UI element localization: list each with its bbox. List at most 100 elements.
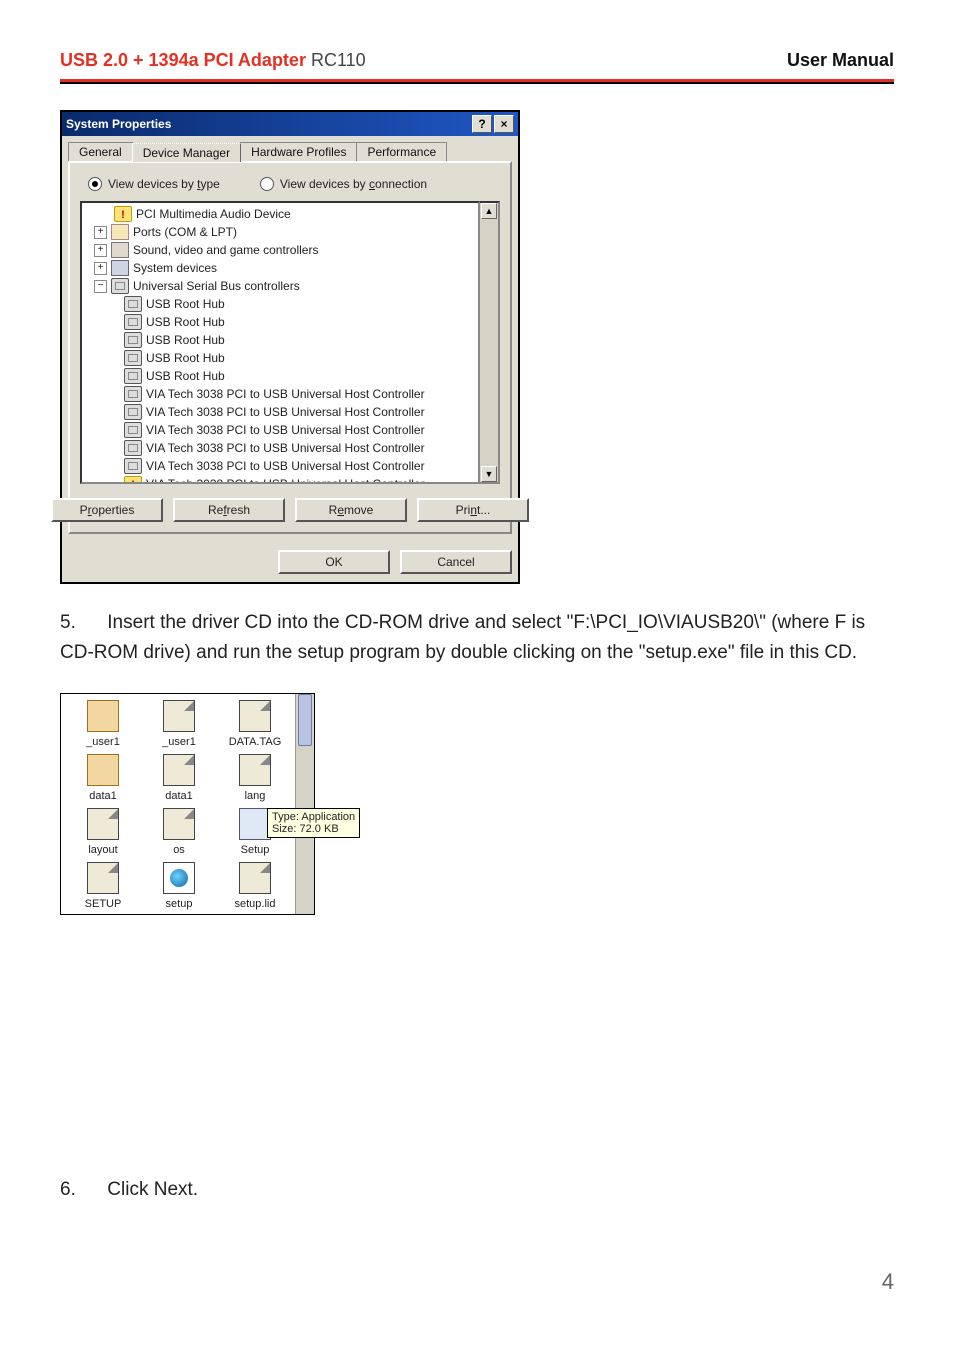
file-icon [87, 808, 119, 840]
tree-child: VIA Tech 3038 PCI to USB Universal Host … [82, 403, 478, 421]
file-item[interactable]: setup.lid [219, 862, 291, 910]
file-item[interactable]: data1 [143, 754, 215, 802]
scroll-up-icon[interactable]: ▲ [481, 203, 497, 219]
explorer-window: _user1 _user1 DATA.TAG data1 data1 lang … [60, 693, 315, 915]
globe-icon [163, 862, 195, 894]
file-item[interactable]: DATA.TAG [219, 700, 291, 748]
tree-child: VIA Tech 3038 PCI to USB Universal Host … [82, 475, 478, 484]
close-button[interactable]: × [494, 115, 514, 133]
tree-child: USB Root Hub [82, 295, 478, 313]
usb-icon [124, 458, 142, 474]
tab-strip: General Device Manager Hardware Profiles… [62, 136, 518, 161]
usb-icon [124, 368, 142, 384]
expand-icon[interactable]: + [94, 262, 107, 275]
tree-child: USB Root Hub [82, 331, 478, 349]
warning-icon [124, 476, 142, 484]
radio-view-by-type[interactable]: View devices by type [88, 177, 220, 191]
tab-device-manager[interactable]: Device Manager [132, 143, 241, 162]
title-bar: System Properties ? × [62, 112, 518, 136]
collapse-icon[interactable]: − [94, 280, 107, 293]
system-properties-dialog: System Properties ? × General Device Man… [60, 110, 520, 584]
step-5: 5. Insert the driver CD into the CD-ROM … [60, 608, 894, 669]
tab-performance[interactable]: Performance [356, 142, 447, 161]
file-item[interactable]: _user1 [143, 700, 215, 748]
tree-scrollbar[interactable]: ▲ ▼ [480, 201, 500, 484]
usb-icon [124, 386, 142, 402]
tree-node: +System devices [82, 259, 478, 277]
warning-icon [114, 206, 132, 222]
file-icon [239, 700, 271, 732]
usb-icon [124, 404, 142, 420]
radio-dot-icon [260, 177, 274, 191]
tree-node: +Ports (COM & LPT) [82, 223, 478, 241]
scroll-thumb[interactable] [298, 694, 312, 746]
cab-file-icon [87, 754, 119, 786]
properties-button[interactable]: Properties [51, 498, 163, 522]
expand-icon[interactable]: + [94, 244, 107, 257]
step-5-text: Insert the driver CD into the CD-ROM dri… [60, 612, 865, 663]
step-6-text: Click Next. [107, 1179, 198, 1200]
tree-child: USB Root Hub [82, 349, 478, 367]
tree-child: VIA Tech 3038 PCI to USB Universal Host … [82, 385, 478, 403]
tab-hardware-profiles[interactable]: Hardware Profiles [240, 142, 357, 161]
help-button[interactable]: ? [472, 115, 492, 133]
step-6-number: 6. [60, 1175, 102, 1205]
tree-child: VIA Tech 3038 PCI to USB Universal Host … [82, 421, 478, 439]
usb-icon [124, 296, 142, 312]
file-item[interactable]: layout [67, 808, 139, 856]
device-tree[interactable]: PCI Multimedia Audio Device +Ports (COM … [80, 201, 480, 484]
file-icon [163, 754, 195, 786]
ports-icon [111, 224, 129, 240]
tree-node: +Sound, video and game controllers [82, 241, 478, 259]
tree-child: USB Root Hub [82, 367, 478, 385]
expand-icon[interactable]: + [94, 226, 107, 239]
radio-dot-icon [88, 177, 102, 191]
file-item[interactable]: _user1 [67, 700, 139, 748]
product-model: RC110 [311, 50, 366, 70]
tree-child: VIA Tech 3038 PCI to USB Universal Host … [82, 439, 478, 457]
file-icon [163, 808, 195, 840]
tab-body: View devices by type View devices by con… [68, 161, 512, 534]
tree-child: USB Root Hub [82, 313, 478, 331]
page-number: 4 [0, 1269, 954, 1335]
file-item[interactable]: Setup Type: Application Size: 72.0 KB [219, 808, 291, 856]
file-item[interactable]: os [143, 808, 215, 856]
sound-icon [111, 242, 129, 258]
tree-node: PCI Multimedia Audio Device [82, 205, 478, 223]
file-icon [239, 754, 271, 786]
tab-general[interactable]: General [68, 142, 133, 161]
usb-controller-icon [111, 278, 129, 294]
file-item[interactable]: lang [219, 754, 291, 802]
explorer-scrollbar[interactable] [295, 694, 314, 914]
file-item[interactable]: data1 [67, 754, 139, 802]
radio-view-by-connection[interactable]: View devices by connection [260, 177, 427, 191]
system-icon [111, 260, 129, 276]
file-icon [239, 862, 271, 894]
manual-label: User Manual [787, 50, 894, 71]
tooltip: Type: Application Size: 72.0 KB [267, 808, 360, 838]
usb-icon [124, 440, 142, 456]
ini-file-icon [87, 862, 119, 894]
usb-icon [124, 350, 142, 366]
usb-icon [124, 314, 142, 330]
file-icon [163, 700, 195, 732]
print-button[interactable]: Print... [417, 498, 529, 522]
file-item[interactable]: SETUP [67, 862, 139, 910]
refresh-button[interactable]: Refresh [173, 498, 285, 522]
product-name: USB 2.0 + 1394a PCI Adapter [60, 50, 306, 70]
scroll-down-icon[interactable]: ▼ [481, 466, 497, 482]
usb-icon [124, 422, 142, 438]
product-title: USB 2.0 + 1394a PCI Adapter RC110 [60, 50, 366, 71]
page-header: USB 2.0 + 1394a PCI Adapter RC110 User M… [0, 0, 954, 84]
cab-file-icon [87, 700, 119, 732]
cancel-button[interactable]: Cancel [400, 550, 512, 574]
step-6: 6. Click Next. [60, 1175, 894, 1205]
remove-button[interactable]: Remove [295, 498, 407, 522]
usb-icon [124, 332, 142, 348]
ok-button[interactable]: OK [278, 550, 390, 574]
tree-child: VIA Tech 3038 PCI to USB Universal Host … [82, 457, 478, 475]
tree-node: −Universal Serial Bus controllers [82, 277, 478, 295]
step-5-number: 5. [60, 608, 102, 638]
dialog-title: System Properties [66, 117, 171, 131]
file-item[interactable]: setup [143, 862, 215, 910]
